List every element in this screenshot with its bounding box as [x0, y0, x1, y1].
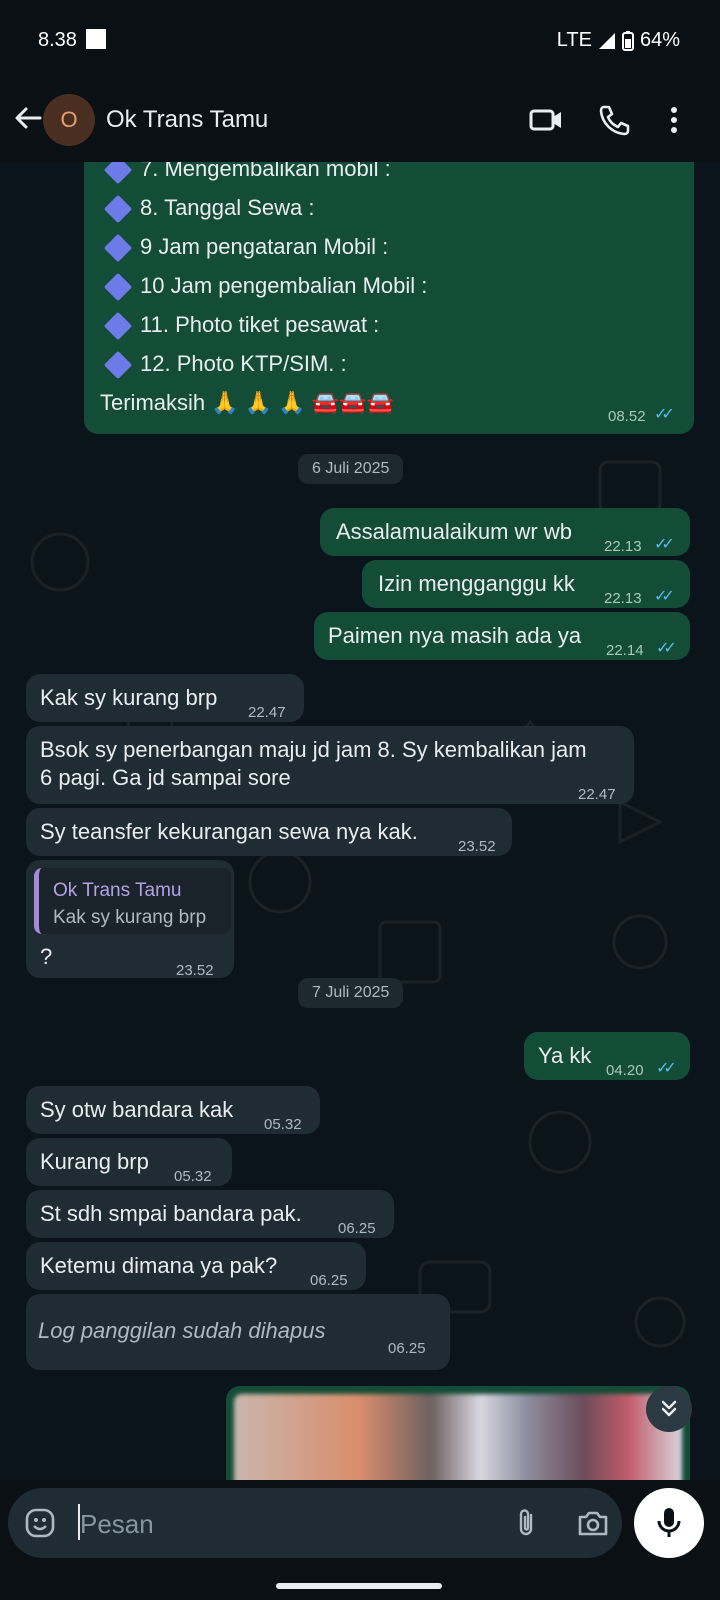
- battery-icon: [621, 30, 634, 51]
- message-time: 08.52: [608, 408, 646, 425]
- message-text: Sy teansfer kekurangan sewa nya kak.: [40, 819, 418, 844]
- list-item: 8. Tanggal Sewa :: [100, 193, 315, 224]
- message-input[interactable]: [78, 1506, 442, 1542]
- message-time: 22.14: [606, 642, 644, 659]
- message-time: 04.20: [606, 1062, 644, 1079]
- message-bubble-outgoing[interactable]: Assalamualaikum wr wb 22.13 ✓✓: [320, 508, 690, 556]
- date-separator: 7 Juli 2025: [298, 978, 404, 1008]
- diamond-icon: [103, 195, 133, 224]
- message-text: St sdh smpai bandara pak.: [40, 1201, 302, 1226]
- list-item: 10 Jam pengembalian Mobil :: [100, 271, 427, 302]
- message-text: Kurang brp: [40, 1149, 149, 1174]
- read-ticks-icon: ✓✓: [656, 1060, 677, 1077]
- back-arrow-icon[interactable]: [10, 100, 46, 136]
- message-time: 06.25: [338, 1220, 376, 1237]
- message-time: 06.25: [388, 1340, 426, 1357]
- message-time: 23.52: [458, 838, 496, 855]
- read-ticks-icon: ✓✓: [654, 588, 675, 605]
- message-time: 22.13: [604, 590, 642, 607]
- signal-icon: [598, 32, 615, 49]
- message-bubble-incoming[interactable]: Sy teansfer kekurangan sewa nya kak. 23.…: [26, 808, 512, 856]
- chat-header: O Ok Trans Tamu: [0, 80, 720, 162]
- list-item: 7. Mengembalikan mobil :: [100, 162, 391, 185]
- voice-message-button[interactable]: [634, 1488, 704, 1558]
- diamond-icon: [103, 162, 133, 185]
- microphone-icon: [657, 1508, 681, 1537]
- message-time: 05.32: [174, 1168, 212, 1185]
- quoted-text: Kak sy kurang brp: [53, 907, 207, 928]
- message-time: 06.25: [310, 1272, 348, 1289]
- read-ticks-icon: ✓✓: [656, 640, 677, 657]
- sticker-icon[interactable]: [24, 1507, 56, 1539]
- quoted-sender: Ok Trans Tamu: [53, 880, 182, 901]
- status-right: LTE 64%: [557, 29, 680, 52]
- message-time: 23.52: [176, 962, 214, 979]
- message-text: Assalamualaikum wr wb: [336, 519, 572, 544]
- message-bubble-incoming[interactable]: Sy otw bandara kak 05.32: [26, 1086, 320, 1134]
- message-bubble-incoming[interactable]: Bsok sy penerbangan maju jd jam 8. Sy ke…: [26, 726, 634, 804]
- status-time: 8.38: [38, 29, 77, 51]
- notification-icon: [86, 29, 106, 49]
- message-text: Sy otw bandara kak: [40, 1097, 234, 1122]
- message-time: 22.13: [604, 538, 642, 555]
- message-bubble-outgoing[interactable]: Paimen nya masih ada ya 22.14 ✓✓: [314, 612, 690, 660]
- message-time: 05.32: [264, 1116, 302, 1133]
- message-composer: [8, 1488, 622, 1558]
- list-item: 9 Jam pengataran Mobil :: [100, 232, 388, 263]
- diamond-icon: [103, 273, 133, 302]
- message-time: 22.47: [578, 786, 616, 803]
- message-text: Paimen nya masih ada ya: [328, 623, 582, 648]
- chat-title[interactable]: Ok Trans Tamu: [106, 106, 268, 134]
- diamond-icon: [103, 312, 133, 341]
- message-text: Bsok sy penerbangan maju jd jam 8. Sy ke…: [40, 737, 587, 762]
- message-bubble-outgoing[interactable]: Ya kk 04.20 ✓✓: [524, 1032, 690, 1080]
- status-bar: 8.38 LTE 64%: [0, 0, 720, 80]
- attach-icon[interactable]: [510, 1507, 542, 1539]
- message-text: Ketemu dimana ya pak?: [40, 1253, 278, 1278]
- message-closing: Terimaksih 🙏 🙏 🙏 🚘🚘🚘: [100, 390, 394, 415]
- scroll-to-bottom-button[interactable]: [646, 1386, 692, 1432]
- message-text: 6 pagi. Ga jd sampai sore: [40, 765, 291, 790]
- diamond-icon: [103, 234, 133, 263]
- message-text: ?: [40, 944, 53, 969]
- message-bubble-incoming[interactable]: Kurang brp 05.32: [26, 1138, 232, 1186]
- message-text: Izin mengganggu kk: [378, 571, 575, 596]
- diamond-icon: [103, 351, 133, 380]
- image-message[interactable]: [226, 1386, 690, 1480]
- message-bubble-incoming[interactable]: Ok Trans Tamu Kak sy kurang brp ? 23.52: [26, 860, 234, 979]
- video-call-icon[interactable]: [528, 102, 564, 138]
- double-chevron-down-icon: [661, 1400, 677, 1417]
- quoted-message[interactable]: Ok Trans Tamu Kak sy kurang brp: [34, 868, 231, 934]
- gesture-nav-handle[interactable]: [276, 1583, 442, 1589]
- deleted-call-log-text: Log panggilan sudah dihapus: [38, 1318, 326, 1343]
- image-thumbnail[interactable]: [234, 1394, 682, 1480]
- message-bubble-incoming[interactable]: Log panggilan sudah dihapus 06.25: [26, 1294, 450, 1370]
- date-separator: 6 Juli 2025: [298, 454, 404, 484]
- message-text: Ya kk: [538, 1043, 592, 1068]
- avatar[interactable]: O: [43, 94, 95, 146]
- message-bubble-outgoing[interactable]: Izin mengganggu kk 22.13 ✓✓: [362, 560, 690, 608]
- read-ticks-icon: ✓✓: [654, 536, 675, 553]
- message-bubble-incoming[interactable]: Ketemu dimana ya pak? 06.25: [26, 1242, 366, 1290]
- list-item: 12. Photo KTP/SIM. :: [100, 349, 347, 380]
- voice-call-icon[interactable]: [596, 102, 632, 138]
- battery-percent: 64%: [639, 29, 680, 51]
- read-ticks-icon: ✓✓: [654, 406, 675, 423]
- chat-area[interactable]: 7. Mengembalikan mobil : 8. Tanggal Sewa…: [0, 162, 720, 1480]
- message-bubble-outgoing[interactable]: 7. Mengembalikan mobil : 8. Tanggal Sewa…: [84, 162, 694, 434]
- network-label: LTE: [556, 29, 592, 51]
- message-bubble-incoming[interactable]: St sdh smpai bandara pak. 06.25: [26, 1190, 394, 1238]
- message-time: 22.47: [248, 704, 286, 721]
- camera-icon[interactable]: [576, 1507, 610, 1539]
- text-caret: [78, 1504, 80, 1540]
- more-options-icon[interactable]: [656, 102, 692, 138]
- message-text: Kak sy kurang brp: [40, 685, 218, 710]
- list-item: 11. Photo tiket pesawat :: [100, 310, 379, 341]
- message-bubble-incoming[interactable]: Kak sy kurang brp 22.47: [26, 674, 304, 722]
